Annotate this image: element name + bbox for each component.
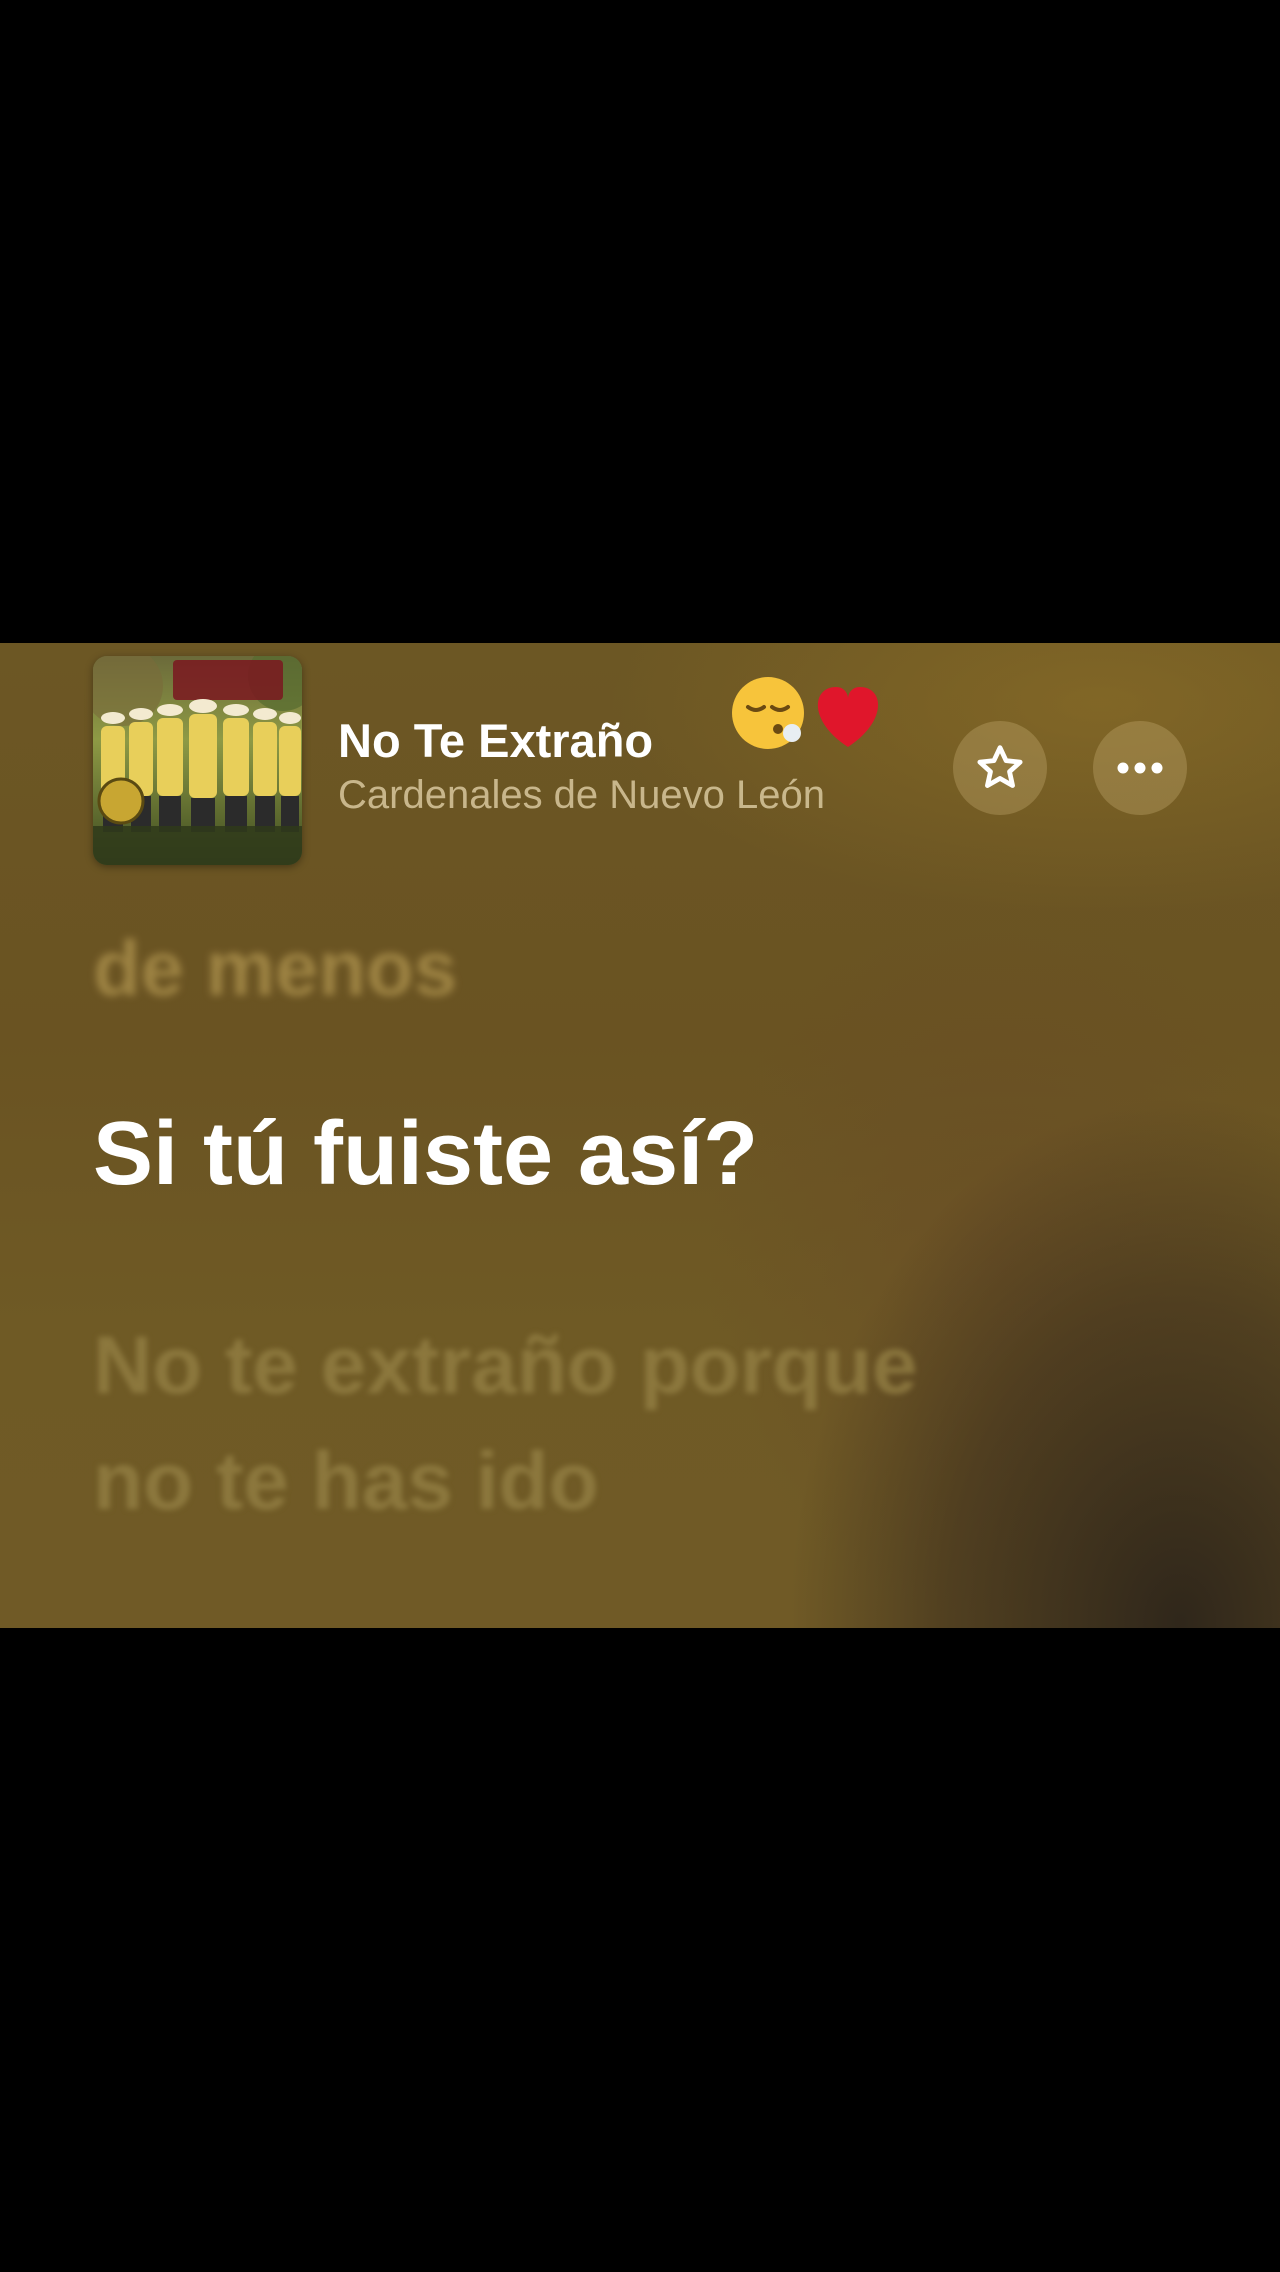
reaction-emoji (728, 673, 888, 753)
lyric-line-current[interactable]: Si tú fuiste así? (93, 1103, 758, 1206)
album-art[interactable] (93, 656, 302, 865)
lyric-line-previous[interactable]: de menos (93, 923, 457, 1014)
ellipsis-icon (1117, 762, 1163, 774)
more-button[interactable] (1093, 721, 1187, 815)
now-playing-header: No Te Extraño Cardenales de Nuevo León (0, 643, 1280, 873)
artist-name[interactable]: Cardenales de Nuevo León (338, 773, 825, 818)
album-art-image (93, 656, 302, 865)
lyric-next-line-1: No te extraño porque (93, 1320, 918, 1411)
exhale-heart-emoji-icon (732, 677, 879, 749)
song-title[interactable]: No Te Extraño (338, 713, 653, 768)
favorite-button[interactable] (953, 721, 1047, 815)
lyric-line-next[interactable]: No te extraño porque no te has ido (93, 1308, 1193, 1540)
lyrics-view: No Te Extraño Cardenales de Nuevo León d… (0, 643, 1280, 1628)
screen: No Te Extraño Cardenales de Nuevo León d… (0, 0, 1280, 2272)
lyric-next-line-2: no te has ido (93, 1436, 599, 1527)
star-icon (977, 745, 1023, 788)
